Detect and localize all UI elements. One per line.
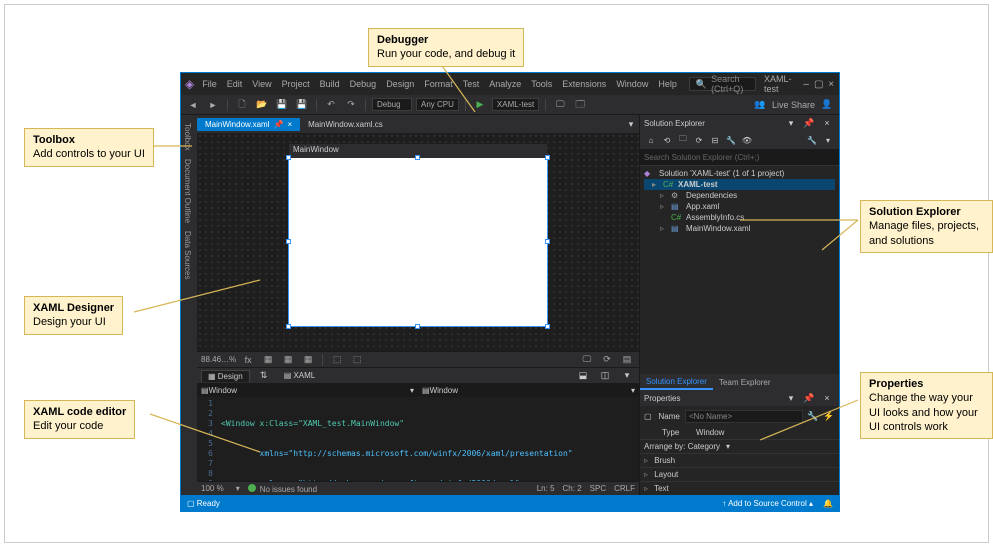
callout-xaml-designer: XAML Designer Design your UI	[24, 296, 123, 335]
callout-toolbox: Toolbox Add controls to your UI	[24, 128, 154, 167]
callout-debugger: Debugger Run your code, and debug it	[368, 28, 524, 67]
callout-solution-explorer: Solution Explorer Manage files, projects…	[860, 200, 993, 253]
callout-xaml-code-editor: XAML code editor Edit your code	[24, 400, 135, 439]
callout-properties: Properties Change the way your UI looks …	[860, 372, 993, 439]
